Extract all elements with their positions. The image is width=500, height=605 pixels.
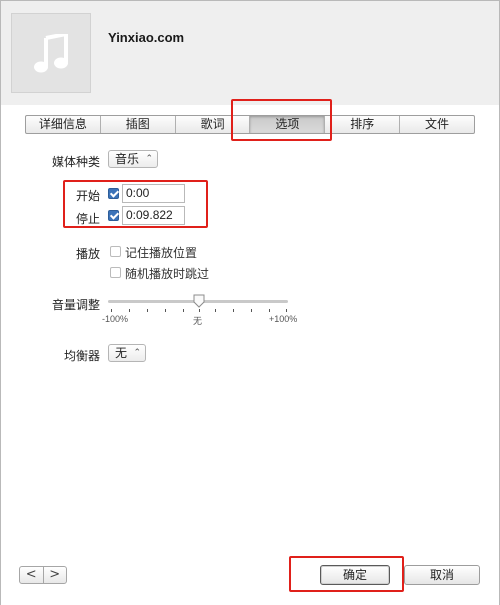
remember-position-checkbox[interactable]	[110, 246, 121, 257]
volume-tick	[286, 309, 287, 312]
skip-shuffle-label: 随机播放时跳过	[125, 267, 210, 281]
prev-next-group: < >	[19, 566, 67, 584]
tab-details[interactable]: 详细信息	[26, 116, 101, 133]
skip-shuffle-checkbox[interactable]	[110, 267, 121, 278]
equalizer-label: 均衡器	[63, 349, 100, 363]
volume-tick	[215, 309, 216, 312]
volume-tick	[129, 309, 130, 312]
updown-arrow-icon: ⌃	[133, 348, 141, 358]
music-note-icon	[34, 34, 68, 73]
volume-tick	[165, 309, 166, 312]
tab-file[interactable]: 文件	[400, 116, 474, 133]
tab-sorting[interactable]: 排序	[325, 116, 401, 133]
highlight-box-ok-button	[289, 556, 404, 592]
volume-tick	[183, 309, 184, 312]
volume-tick	[147, 309, 148, 312]
volume-mid-label: 无	[193, 316, 203, 326]
equalizer-select[interactable]: 无 ⌃	[108, 344, 146, 362]
next-button[interactable]: >	[44, 567, 67, 583]
album-artwork[interactable]	[11, 13, 91, 93]
volume-max-label: +100%	[269, 314, 298, 324]
highlight-box-options-tab	[231, 99, 332, 141]
media-kind-select[interactable]: 音乐 ⌃	[108, 150, 158, 168]
updown-arrow-icon: ⌃	[145, 154, 153, 164]
volume-slider-thumb[interactable]	[193, 294, 205, 308]
dialog-header: Yinxiao.com	[1, 1, 499, 105]
volume-min-label: -100%	[102, 314, 129, 324]
volume-tick	[233, 309, 234, 312]
volume-label: 音量调整	[51, 298, 100, 312]
highlight-box-start-stop	[63, 180, 208, 228]
previous-button[interactable]: <	[20, 567, 44, 583]
volume-tick	[269, 309, 270, 312]
playback-label: 播放	[75, 247, 100, 261]
media-kind-label: 媒体种类	[51, 155, 100, 169]
volume-tick	[251, 309, 252, 312]
cancel-button[interactable]: 取消	[404, 565, 480, 585]
equalizer-value: 无	[115, 346, 128, 360]
media-kind-value: 音乐	[115, 152, 140, 166]
volume-tick	[199, 309, 200, 312]
song-title: Yinxiao.com	[108, 30, 185, 45]
remember-position-label: 记住播放位置	[125, 246, 198, 260]
tab-artwork[interactable]: 插图	[101, 116, 176, 133]
volume-tick	[111, 309, 112, 312]
